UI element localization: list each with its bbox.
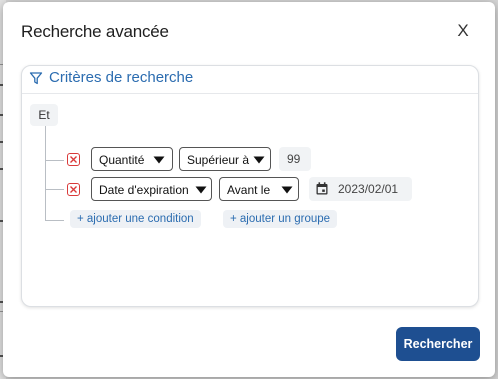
delete-condition-button[interactable] — [67, 183, 80, 196]
condition-field-value: Date d'expiration — [99, 183, 189, 197]
search-criteria-panel: Critères de recherche Et Quantité Supéri… — [21, 65, 479, 307]
tree-connector — [45, 220, 64, 221]
condition-field-select[interactable]: Quantité — [91, 147, 173, 171]
delete-condition-icon — [70, 186, 77, 193]
filter-icon — [29, 72, 43, 85]
condition-operator-select[interactable]: Avant le — [219, 177, 299, 201]
condition-operator-select[interactable]: Supérieur à — [179, 147, 271, 171]
chevron-down-icon — [281, 186, 293, 194]
add-condition-button[interactable]: + ajouter une condition — [70, 210, 201, 228]
date-value-input[interactable]: 2023/02/01 — [309, 177, 412, 201]
search-button[interactable]: Rechercher — [396, 327, 480, 361]
calendar-icon — [316, 182, 328, 195]
chevron-down-icon — [153, 156, 165, 164]
tree-connector — [45, 126, 46, 221]
date-value-text: 2023/02/01 — [338, 182, 399, 196]
delete-condition-button[interactable] — [67, 153, 80, 166]
tree-connector — [45, 189, 64, 190]
advanced-search-dialog: Recherche avancée X Critères de recherch… — [3, 2, 495, 377]
condition-value-text: 99 — [287, 152, 301, 166]
condition-operator-value: Avant le — [227, 183, 271, 197]
criteria-title: Critères de recherche — [49, 69, 194, 86]
close-button[interactable]: X — [453, 20, 473, 42]
chevron-down-icon — [253, 156, 265, 164]
condition-field-value: Quantité — [99, 153, 145, 167]
condition-value-input[interactable]: 99 — [279, 147, 311, 171]
add-group-button[interactable]: + ajouter un groupe — [223, 210, 338, 228]
criteria-header: Critères de recherche — [22, 66, 478, 94]
group-operator-badge[interactable]: Et — [30, 104, 58, 126]
tree-connector — [45, 160, 64, 161]
chevron-down-icon — [195, 186, 207, 194]
dialog-title: Recherche avancée — [21, 22, 169, 41]
condition-field-select[interactable]: Date d'expiration — [91, 177, 212, 201]
condition-operator-value: Supérieur à — [187, 153, 250, 167]
delete-condition-icon — [70, 156, 77, 163]
